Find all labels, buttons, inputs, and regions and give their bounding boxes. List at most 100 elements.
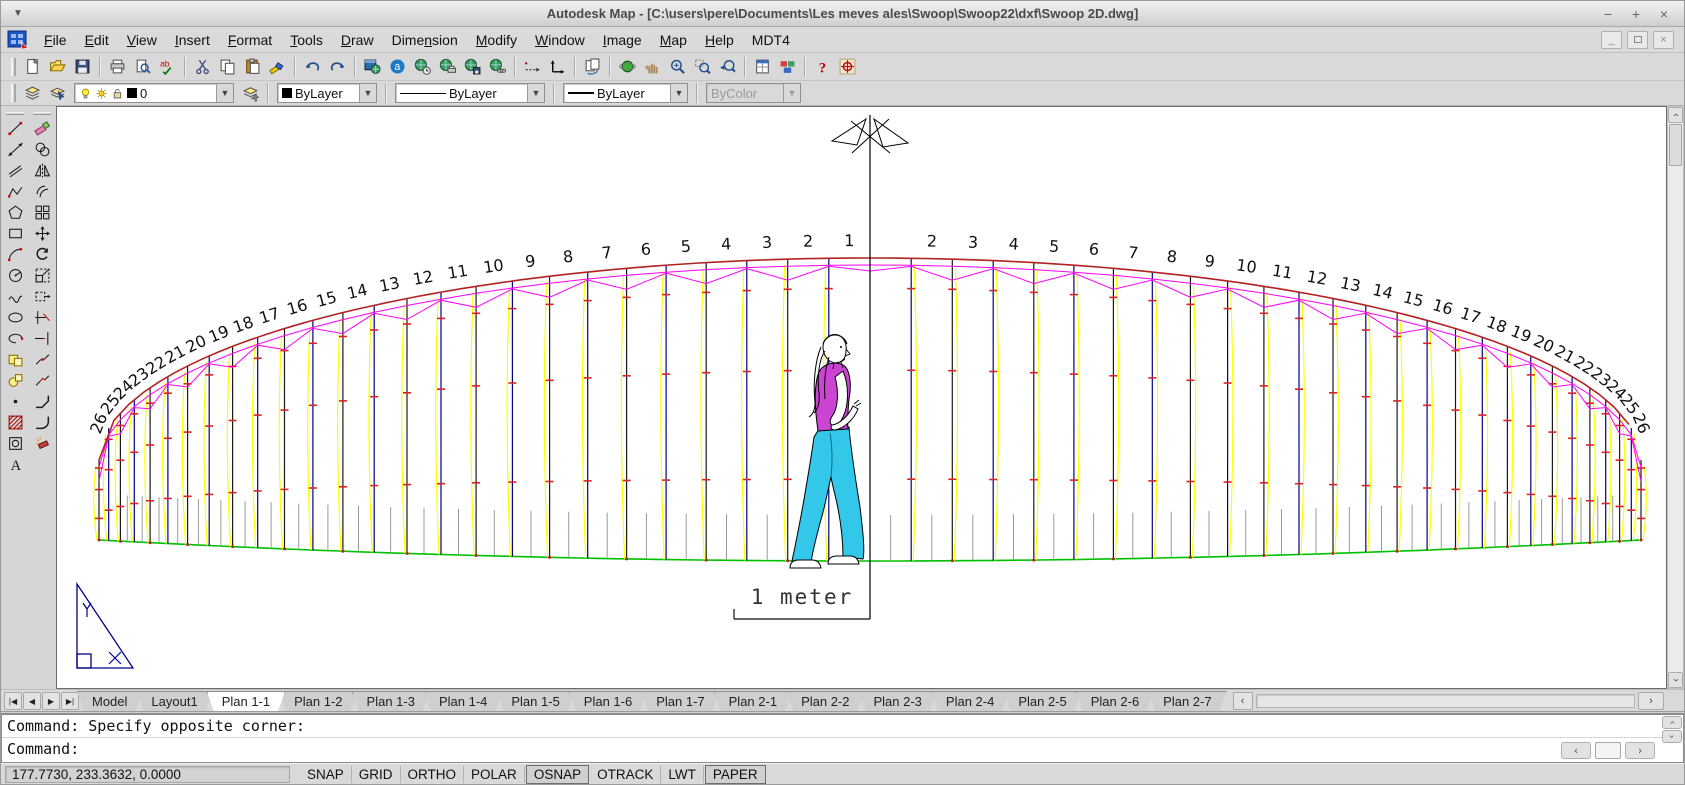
print-button[interactable] — [105, 55, 130, 79]
layout-transfer-button[interactable] — [580, 55, 605, 79]
zoom-previous-button[interactable] — [715, 55, 740, 79]
toggle-osnap[interactable]: OSNAP — [526, 765, 589, 784]
spline-button[interactable] — [3, 286, 27, 307]
whip-target-button[interactable] — [835, 55, 860, 79]
toolbar-grip[interactable] — [11, 84, 16, 102]
menu-window[interactable]: Window — [526, 29, 594, 51]
map-globe-printer-button[interactable] — [435, 55, 460, 79]
extend-button[interactable] — [30, 328, 54, 349]
menu-insert[interactable]: Insert — [166, 29, 219, 51]
chevron-down-icon[interactable]: ▼ — [216, 84, 233, 102]
toolbar-grip[interactable] — [33, 112, 51, 115]
layer-previous-button[interactable] — [238, 81, 263, 105]
map-globe-link-button[interactable] — [485, 55, 510, 79]
tab-scroll-right-button[interactable]: › — [1638, 692, 1664, 710]
tab-plan-1-4[interactable]: Plan 1-4 — [424, 691, 502, 711]
menu-dimension[interactable]: Dimension — [383, 29, 467, 51]
point-button[interactable] — [3, 391, 27, 412]
mdi-close-button[interactable]: × — [1653, 31, 1674, 49]
layer-properties-button[interactable] — [20, 81, 45, 105]
command-scroll-down-button[interactable]: ‹ — [1662, 730, 1682, 743]
tab-scroll-left-button[interactable]: ‹ — [1233, 692, 1253, 710]
copy-object-button[interactable] — [30, 139, 54, 160]
chevron-down-icon[interactable]: ▼ — [670, 84, 687, 102]
region-button[interactable] — [3, 433, 27, 454]
polygon-button[interactable] — [3, 202, 27, 223]
horizontal-scrollbar[interactable] — [1256, 694, 1635, 708]
menu-help[interactable]: Help — [696, 29, 743, 51]
undo-button[interactable] — [300, 55, 325, 79]
layer-combo[interactable]: 0 ▼ — [74, 83, 234, 103]
properties-palette-button[interactable] — [750, 55, 775, 79]
tab-plan-1-5[interactable]: Plan 1-5 — [496, 691, 574, 711]
tab-plan-2-5[interactable]: Plan 2-5 — [1003, 691, 1081, 711]
tab-prev-button[interactable]: ◀ — [23, 692, 41, 710]
save-button[interactable] — [70, 55, 95, 79]
arc-button[interactable] — [3, 244, 27, 265]
distance-button[interactable] — [520, 55, 545, 79]
tab-plan-2-2[interactable]: Plan 2-2 — [786, 691, 864, 711]
minimize-button[interactable]: − — [1596, 5, 1620, 23]
hatch-button[interactable] — [3, 412, 27, 433]
stretch-button[interactable] — [30, 286, 54, 307]
tab-next-button[interactable]: ▶ — [42, 692, 60, 710]
command-scroll-right-button[interactable]: › — [1625, 742, 1655, 759]
vertical-scrollbar[interactable]: ‹ ‹ — [1667, 106, 1684, 689]
tab-plan-2-6[interactable]: Plan 2-6 — [1076, 691, 1154, 711]
map-project-button[interactable] — [360, 55, 385, 79]
zoom-realtime-button[interactable] — [665, 55, 690, 79]
map-globe-clock-button[interactable] — [410, 55, 435, 79]
autocad-today-button[interactable]: a — [385, 55, 410, 79]
break-at-point-button[interactable] — [30, 349, 54, 370]
toggle-otrack[interactable]: OTRACK — [590, 766, 661, 783]
tab-plan-1-2[interactable]: Plan 1-2 — [279, 691, 357, 711]
command-scroll-left-button[interactable]: ‹ — [1561, 742, 1591, 759]
tab-model[interactable]: Model — [77, 691, 142, 711]
zoom-window-button[interactable] — [690, 55, 715, 79]
ucs-axes-button[interactable] — [545, 55, 570, 79]
menu-modify[interactable]: Modify — [467, 29, 526, 51]
open-file-button[interactable] — [45, 55, 70, 79]
tab-plan-2-1[interactable]: Plan 2-1 — [714, 691, 792, 711]
menu-edit[interactable]: Edit — [76, 29, 118, 51]
tab-plan-1-7[interactable]: Plan 1-7 — [641, 691, 719, 711]
redo-button[interactable] — [325, 55, 350, 79]
map-globe-save-button[interactable] — [460, 55, 485, 79]
explode-button[interactable] — [30, 433, 54, 454]
toggle-snap[interactable]: SNAP — [300, 766, 352, 783]
toggle-polar[interactable]: POLAR — [464, 766, 525, 783]
tab-layout1[interactable]: Layout1 — [136, 691, 212, 711]
menu-file[interactable]: File — [35, 29, 76, 51]
command-scroll-up-button[interactable]: ‹ — [1662, 716, 1682, 729]
tab-plan-1-1[interactable]: Plan 1-1 — [207, 691, 285, 711]
toggle-grid[interactable]: GRID — [352, 766, 401, 783]
tab-plan-1-3[interactable]: Plan 1-3 — [352, 691, 430, 711]
offset-button[interactable] — [30, 181, 54, 202]
maximize-button[interactable]: + — [1624, 5, 1648, 23]
toggle-paper[interactable]: PAPER — [705, 765, 766, 784]
tab-last-button[interactable]: ▶| — [61, 692, 79, 710]
help-button[interactable]: ? — [810, 55, 835, 79]
fillet-button[interactable] — [30, 412, 54, 433]
ellipse-arc-button[interactable] — [3, 328, 27, 349]
color-combo[interactable]: ByLayer ▼ — [277, 83, 377, 103]
chevron-down-icon[interactable]: ▼ — [527, 84, 544, 102]
command-prompt-line[interactable]: Command: — [2, 738, 1683, 761]
drawing-canvas[interactable]: 1234567891011121314151617181920212223242… — [56, 106, 1667, 689]
toolbar-grip[interactable] — [11, 58, 16, 76]
menu-view[interactable]: View — [118, 29, 166, 51]
design-center-button[interactable] — [775, 55, 800, 79]
chevron-down-icon[interactable]: ▼ — [359, 84, 376, 102]
window-menu-button[interactable]: ▼ — [1, 1, 35, 26]
trim-button[interactable] — [30, 307, 54, 328]
tab-plan-2-4[interactable]: Plan 2-4 — [931, 691, 1009, 711]
menu-tools[interactable]: Tools — [281, 29, 332, 51]
make-block-button[interactable] — [3, 370, 27, 391]
menu-mdt4[interactable]: MDT4 — [743, 29, 799, 51]
scrollbar-thumb[interactable] — [1669, 124, 1682, 166]
paste-button[interactable] — [240, 55, 265, 79]
scroll-up-button[interactable]: ‹ — [1668, 107, 1683, 123]
menu-draw[interactable]: Draw — [332, 29, 383, 51]
mirror-button[interactable] — [30, 160, 54, 181]
move-button[interactable] — [30, 223, 54, 244]
